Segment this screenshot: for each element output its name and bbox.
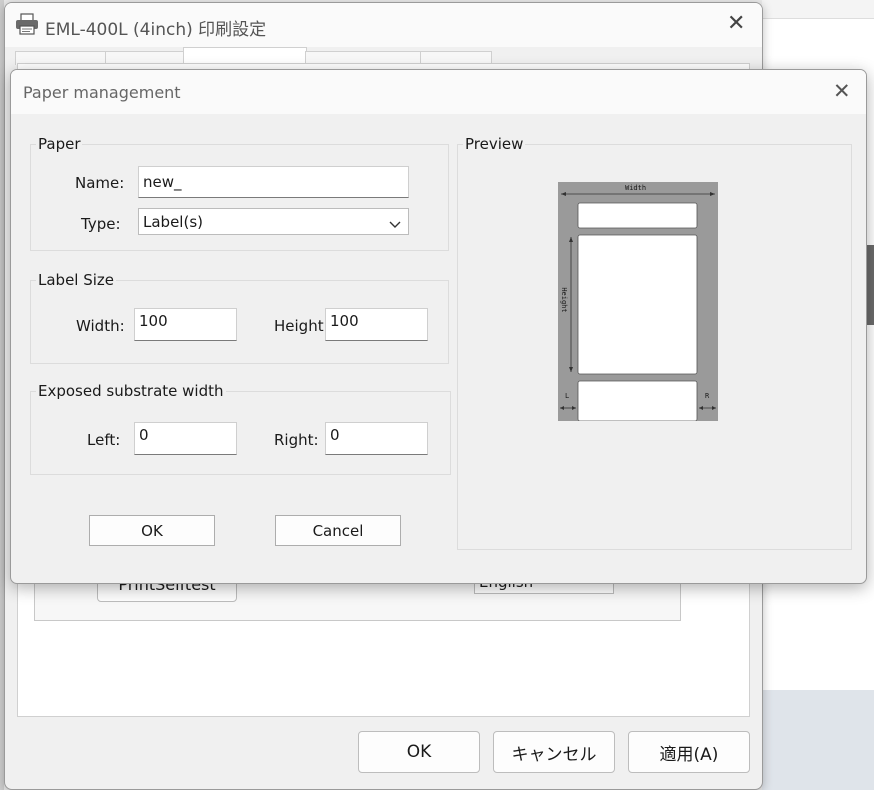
right-input-value: 0 <box>330 426 340 444</box>
tab-strip <box>15 47 495 65</box>
width-label: Width: <box>76 317 125 335</box>
paper-management-dialog: Paper management ✕ Paper Name: new_ Type… <box>10 69 867 584</box>
left-input[interactable]: 0 <box>134 422 237 455</box>
type-select-value: Label(s) <box>143 212 203 231</box>
chevron-down-icon <box>389 216 401 234</box>
dialog-title: Paper management <box>23 83 181 102</box>
type-label: Type: <box>81 215 121 233</box>
height-input-value: 100 <box>330 312 359 330</box>
dialog-title-bar: Paper management ✕ <box>11 70 866 114</box>
parent-close-icon[interactable]: ✕ <box>727 13 745 35</box>
right-input[interactable]: 0 <box>325 422 428 455</box>
substrate-group-legend: Exposed substrate width <box>38 382 224 400</box>
parent-window-title: EML-400L (4inch) 印刷設定 <box>45 20 267 40</box>
parent-apply-button[interactable]: 適用(A) <box>628 731 750 773</box>
ok-button[interactable]: OK <box>89 515 215 546</box>
type-select[interactable]: Label(s) <box>138 208 409 235</box>
left-input-value: 0 <box>139 426 149 444</box>
label-preview: Width Height L R <box>558 182 718 421</box>
parent-title-bar: EML-400L (4inch) 印刷設定 ✕ <box>5 3 762 47</box>
name-input-value: new_ <box>143 172 182 191</box>
name-input[interactable]: new_ <box>138 166 409 198</box>
background-window-strip <box>762 0 874 19</box>
width-input-value: 100 <box>139 312 168 330</box>
dialog-close-icon[interactable]: ✕ <box>833 81 851 102</box>
label-preview-graphic <box>558 182 718 421</box>
left-label: Left: <box>87 431 121 449</box>
preview-height-text: Height <box>560 287 568 313</box>
paper-group-legend: Paper <box>38 135 81 153</box>
parent-cancel-button[interactable]: キャンセル <box>493 731 615 773</box>
name-label: Name: <box>75 174 125 192</box>
background-taskbar <box>762 690 874 790</box>
printer-icon <box>15 13 39 39</box>
preview-group-legend: Preview <box>465 135 524 153</box>
cancel-button[interactable]: Cancel <box>275 515 401 546</box>
height-input[interactable]: 100 <box>325 308 428 341</box>
width-input[interactable]: 100 <box>134 308 237 341</box>
right-label: Right: <box>274 431 319 449</box>
preview-right-text: R <box>705 392 710 400</box>
height-label: Height <box>274 317 324 335</box>
preview-left-text: L <box>565 392 570 400</box>
label-size-group-legend: Label Size <box>38 271 115 289</box>
parent-ok-button[interactable]: OK <box>358 731 480 773</box>
preview-width-text: Width <box>624 184 648 192</box>
